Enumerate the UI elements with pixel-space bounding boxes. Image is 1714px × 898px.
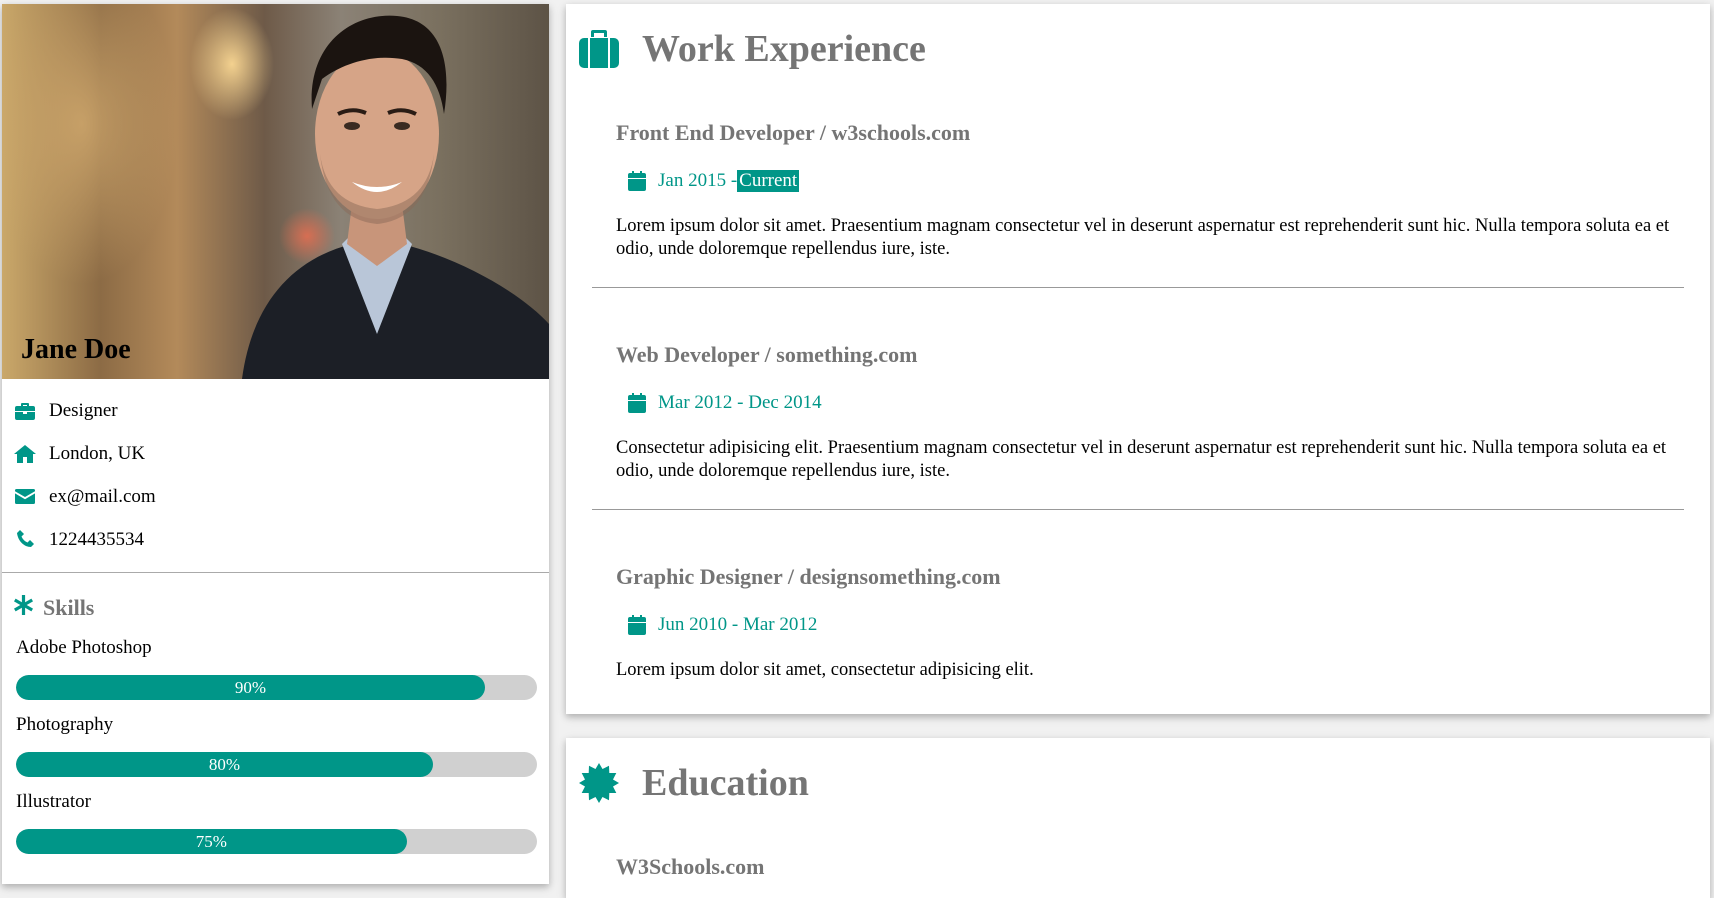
skill-name: Photography <box>16 714 114 735</box>
job-entry: Web Developer / something.com Mar 2012 -… <box>566 342 1710 483</box>
job-description: Lorem ipsum dolor sit amet, consectetur … <box>616 660 1034 680</box>
job-title: Graphic Designer / designsomething.com <box>616 564 1001 589</box>
certificate-icon <box>578 762 620 804</box>
phone-icon <box>14 529 36 551</box>
skill-bar-fill: 80% <box>16 752 433 777</box>
job-date: Jun 2010 - Mar 2012 <box>616 614 1710 636</box>
calendar-icon <box>628 615 646 635</box>
calendar-icon <box>628 171 646 191</box>
profile-divider <box>2 572 549 573</box>
job-divider <box>592 287 1684 288</box>
job-title: Web Developer / something.com <box>616 342 918 367</box>
asterisk-icon <box>14 595 33 621</box>
skill-item: Photography 80% <box>2 714 549 777</box>
job-entry: Front End Developer / w3schools.com Jan … <box>566 120 1710 261</box>
info-job-text: Designer <box>49 399 118 421</box>
job-title: Front End Developer / w3schools.com <box>616 120 971 145</box>
work-experience-card: Work Experience Front End Developer / w3… <box>566 4 1710 714</box>
briefcase-icon <box>14 400 36 422</box>
school-name: W3Schools.com <box>616 854 765 879</box>
profile-name: Jane Doe <box>21 334 131 365</box>
envelope-icon <box>14 486 36 508</box>
job-date-range: Jun 2010 - Mar 2012 <box>658 614 818 635</box>
profile-card: Jane Doe Designer London, UK ex@mail.com… <box>2 4 549 884</box>
education-heading: Education <box>566 738 1710 828</box>
current-badge: Current <box>737 170 800 192</box>
profile-photo: Jane Doe <box>2 4 549 379</box>
info-email: ex@mail.com <box>2 475 549 518</box>
info-phone-text: 1224435534 <box>49 528 144 550</box>
skill-name: Adobe Photoshop <box>16 637 152 658</box>
skill-item: Illustrator 75% <box>2 791 549 854</box>
skills-title: Skills <box>43 595 95 620</box>
skill-item: Adobe Photoshop 90% <box>2 637 549 700</box>
job-date: Jan 2015 - Current <box>616 170 1710 192</box>
education-title: Education <box>642 762 809 804</box>
suitcase-icon <box>578 28 620 70</box>
job-date-range: Mar 2012 - Dec 2014 <box>658 392 822 413</box>
info-job: Designer <box>2 389 549 432</box>
job-divider <box>592 509 1684 510</box>
info-email-text: ex@mail.com <box>49 485 156 507</box>
job-date-start: Jan 2015 - <box>658 170 738 191</box>
work-title: Work Experience <box>642 28 926 70</box>
info-location: London, UK <box>2 432 549 475</box>
skill-bar-fill: 75% <box>16 829 407 854</box>
job-description: Consectetur adipisicing elit. Praesentiu… <box>616 438 1667 481</box>
job-date: Mar 2012 - Dec 2014 <box>616 392 1710 414</box>
person-image <box>242 15 549 379</box>
skill-bar-track: 80% <box>16 752 537 777</box>
info-location-text: London, UK <box>49 442 146 464</box>
skill-bar-track: 90% <box>16 675 537 700</box>
job-entry: Graphic Designer / designsomething.com J… <box>566 564 1710 682</box>
calendar-icon <box>628 393 646 413</box>
skill-bar-track: 75% <box>16 829 537 854</box>
skills-heading: Skills <box>2 593 549 623</box>
skill-bar-fill: 90% <box>16 675 485 700</box>
work-heading: Work Experience <box>566 4 1710 94</box>
job-description: Lorem ipsum dolor sit amet. Praesentium … <box>616 216 1670 259</box>
education-card: Education W3Schools.com <box>566 738 1710 898</box>
profile-info: Designer London, UK ex@mail.com 12244355… <box>2 379 549 561</box>
home-icon <box>14 443 36 465</box>
education-entry: W3Schools.com <box>566 854 1710 880</box>
info-phone: 1224435534 <box>2 518 549 561</box>
skill-name: Illustrator <box>16 791 91 812</box>
